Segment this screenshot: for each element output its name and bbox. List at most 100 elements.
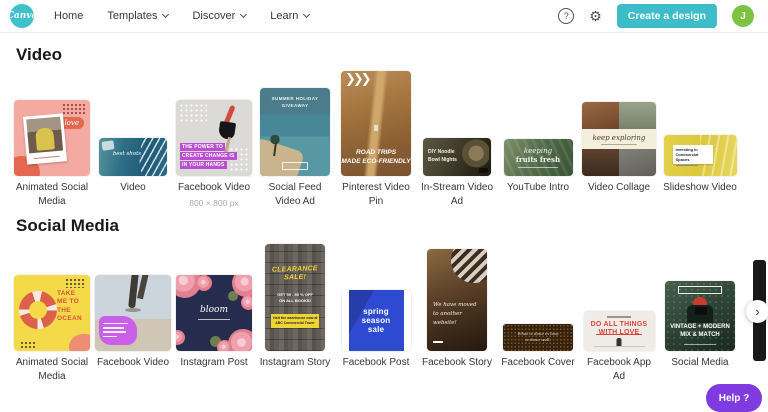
- nav-templates[interactable]: Templates: [107, 10, 168, 22]
- overlay-text: What is done in love is done well.: [503, 324, 573, 343]
- help-button[interactable]: Help ?: [706, 384, 762, 412]
- canva-logo[interactable]: Canva: [10, 4, 34, 28]
- template-label: Video: [120, 181, 145, 195]
- video-template-row: love Animated Social Media best shots Vi…: [0, 68, 768, 208]
- template-card-instagram-post[interactable]: bloom Instagram Post: [176, 239, 252, 370]
- template-card-video-collage[interactable]: keep exploring Video Collage: [581, 68, 657, 195]
- striped-hat: [451, 249, 487, 283]
- template-thumbnail[interactable]: spring season sale: [342, 290, 411, 351]
- dots-pattern: [65, 278, 85, 288]
- subtitle-line: [684, 344, 716, 346]
- template-card-facebook-video[interactable]: THE POWER TO CREATE CHANGE IS IN YOUR HA…: [176, 68, 252, 208]
- template-thumbnail[interactable]: CLEARANCE SALE! GET 50 - 80 % OFF ON ALL…: [265, 244, 325, 351]
- nav-learn[interactable]: Learn: [270, 10, 309, 22]
- wave-foam: [138, 138, 167, 176]
- rose-flower: [196, 275, 212, 291]
- overlay-text: TAKE ME TO THE OCEAN: [57, 290, 82, 324]
- template-thumbnail[interactable]: DO ALL THINGS WITH LOVE: [584, 311, 655, 351]
- car-shape: [374, 125, 378, 131]
- template-label: Facebook Video: [178, 181, 250, 195]
- template-thumbnail[interactable]: bloom: [176, 275, 252, 351]
- section-title-video: Video: [16, 44, 768, 66]
- avatar[interactable]: J: [732, 5, 754, 27]
- template-label: Instagram Story: [260, 356, 331, 370]
- template-thumbnail[interactable]: We have moved to another website!: [427, 249, 487, 351]
- template-card-pinterest-video-pin[interactable]: ❯❯❯ ROAD TRIPS MADE ECO-FRIENDLY Pintere…: [338, 68, 414, 208]
- chevron-down-icon: [303, 11, 310, 18]
- template-card-facebook-story[interactable]: We have moved to another website! Facebo…: [419, 239, 495, 370]
- overlay-text: ROAD TRIPS MADE ECO-FRIENDLY: [341, 149, 411, 167]
- template-label: In-Stream Video Ad: [419, 181, 495, 208]
- polaroid-photo: [23, 113, 67, 164]
- template-card-animated-social-media-2[interactable]: TAKE ME TO THE OCEAN Animated Social Med…: [14, 239, 90, 383]
- dots-pattern: [20, 341, 36, 349]
- nav-discover[interactable]: Discover: [192, 10, 246, 22]
- template-thumbnail[interactable]: keeping fruits fresh: [504, 139, 573, 176]
- chevrons-icon: ❯❯❯: [345, 72, 369, 87]
- walking-legs: [137, 275, 149, 299]
- overlay-text: DIY Noodle Bowl Nights: [428, 149, 457, 164]
- template-card-youtube-intro[interactable]: keeping fruits fresh YouTube Intro: [500, 68, 576, 195]
- template-card-video[interactable]: best shots Video: [95, 68, 171, 195]
- template-label: Video Collage: [588, 181, 650, 195]
- subtitle-line: [676, 165, 698, 166]
- blob-shape: [69, 334, 90, 351]
- template-label: Facebook Cover: [501, 356, 574, 370]
- template-thumbnail[interactable]: TAKE ME TO THE OCEAN: [14, 275, 90, 351]
- template-thumbnail[interactable]: Investing in Commercial Spaces: [664, 135, 737, 176]
- template-label: Social Feed Video Ad: [257, 181, 333, 208]
- overlay-text: SUMMER HOLIDAY GIVEAWAY: [260, 96, 330, 110]
- template-thumbnail[interactable]: DIY Noodle Bowl Nights: [423, 138, 491, 176]
- camera-shape: [695, 307, 707, 315]
- overlay-button: Visit the warehouse now at ABC Commercia…: [271, 314, 319, 328]
- template-card-in-stream-video-ad[interactable]: DIY Noodle Bowl Nights In-Stream Video A…: [419, 68, 495, 208]
- overlay-text: DO ALL THINGS WITH LOVE: [584, 321, 655, 338]
- person-silhouette: [617, 338, 622, 346]
- template-thumbnail[interactable]: ❯❯❯ ROAD TRIPS MADE ECO-FRIENDLY: [341, 71, 411, 176]
- underline-shape: [433, 341, 443, 343]
- subtitle-line: [518, 167, 558, 169]
- help-icon[interactable]: ?: [558, 8, 574, 24]
- template-thumbnail[interactable]: What is done in love is done well.: [503, 324, 573, 351]
- template-label: Pinterest Video Pin: [338, 181, 414, 208]
- overlay-text: THE POWER TO CREATE CHANGE IS IN YOUR HA…: [180, 142, 237, 169]
- template-thumbnail[interactable]: SUMMER HOLIDAY GIVEAWAY: [260, 88, 330, 176]
- nav-templates-label: Templates: [107, 10, 157, 22]
- gear-icon[interactable]: ⚙: [589, 9, 602, 23]
- template-label: Social Media: [671, 356, 728, 370]
- nav-home-label: Home: [54, 10, 83, 22]
- dots-pattern: [62, 103, 86, 115]
- subtitle-line: [601, 144, 637, 145]
- template-card-social-feed-video-ad[interactable]: SUMMER HOLIDAY GIVEAWAY Social Feed Vide…: [257, 68, 333, 208]
- template-thumbnail[interactable]: keep exploring: [582, 102, 656, 176]
- lifebuoy-ring: [15, 287, 60, 332]
- photo-area: spring season sale: [349, 290, 404, 351]
- label-box: [678, 286, 722, 294]
- template-label: Animated Social Media: [14, 356, 90, 383]
- chevron-down-icon: [162, 11, 169, 18]
- top-navigation-bar: Canva Home Templates Discover Learn ? ⚙ …: [0, 0, 768, 33]
- template-card-animated-social-media[interactable]: love Animated Social Media: [14, 68, 90, 208]
- template-card-facebook-post[interactable]: spring season sale Facebook Post: [338, 239, 414, 370]
- template-card-facebook-app-ad[interactable]: DO ALL THINGS WITH LOVE Facebook App Ad: [581, 239, 657, 383]
- template-card-social-media[interactable]: VINTAGE + MODERN MIX & MATCH Social Medi…: [662, 239, 738, 370]
- overlay-text: GET 50 - 80 % OFF ON ALL BOOKS!: [265, 292, 325, 305]
- carousel-next-button[interactable]: ›: [746, 300, 768, 323]
- template-card-facebook-video-2[interactable]: Facebook Video: [95, 239, 171, 370]
- template-thumbnail[interactable]: love: [14, 100, 90, 176]
- main-nav: Home Templates Discover Learn: [54, 10, 309, 22]
- overlay-text: We have moved to another website!: [433, 301, 477, 327]
- template-card-instagram-story[interactable]: CLEARANCE SALE! GET 50 - 80 % OFF ON ALL…: [257, 239, 333, 370]
- create-design-button[interactable]: Create a design: [617, 4, 717, 28]
- template-card-slideshow-video[interactable]: Investing in Commercial Spaces Slideshow…: [662, 68, 738, 195]
- template-thumbnail[interactable]: VINTAGE + MODERN MIX & MATCH: [665, 281, 735, 351]
- template-thumbnail[interactable]: best shots: [99, 138, 167, 176]
- template-label: Facebook Video: [97, 356, 169, 370]
- template-label: Facebook Post: [343, 356, 410, 370]
- template-label: Slideshow Video: [663, 181, 737, 195]
- nav-home[interactable]: Home: [54, 10, 83, 22]
- template-card-facebook-cover[interactable]: What is done in love is done well. Faceb…: [500, 239, 576, 370]
- nav-learn-label: Learn: [270, 10, 298, 22]
- template-thumbnail[interactable]: [95, 275, 171, 351]
- template-thumbnail[interactable]: THE POWER TO CREATE CHANGE IS IN YOUR HA…: [176, 100, 252, 176]
